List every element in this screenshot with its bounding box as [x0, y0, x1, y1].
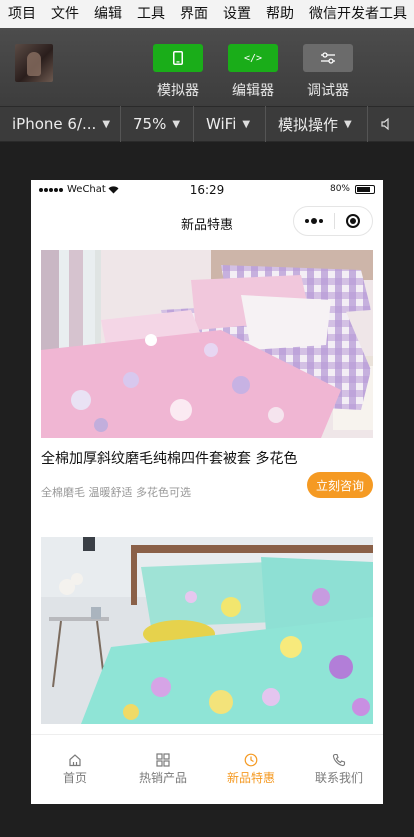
nav-bar: 新品特惠	[31, 200, 383, 244]
chevron-down-icon: ▼	[242, 118, 251, 130]
battery-indicator: 80%	[330, 184, 375, 194]
battery-percent: 80%	[329, 184, 350, 194]
product-title: 全棉加厚斜纹磨毛纯棉四件套被套 多花色	[41, 451, 298, 467]
tab-hot-products[interactable]: 热销产品	[119, 735, 207, 804]
tab-new-deals-label: 新品特惠	[226, 771, 275, 785]
simulator-button[interactable]: 模拟器	[153, 44, 203, 100]
network-select[interactable]: WiFi ▼	[194, 106, 266, 142]
zoom-select[interactable]: 75% ▼	[121, 106, 194, 142]
tab-hot-products-label: 热销产品	[138, 771, 187, 785]
menu-devtools[interactable]: 微信开发者工具	[309, 0, 407, 28]
menu-tools[interactable]: 工具	[137, 0, 165, 28]
zoom-select-value: 75%	[133, 115, 167, 133]
grid-icon	[156, 753, 170, 767]
status-bar: WeChat 16:29 80%	[31, 180, 383, 200]
phone-simulator: WeChat 16:29 80% 新品特惠 全棉加厚斜纹磨毛纯棉四件套被套 多花…	[31, 180, 383, 804]
menu-interface[interactable]: 界面	[180, 0, 208, 28]
user-avatar[interactable]	[15, 44, 53, 82]
device-select[interactable]: iPhone 6/... ▼	[0, 106, 121, 142]
debugger-label: 调试器	[307, 83, 349, 99]
simulator-label: 模拟器	[157, 83, 199, 99]
menu-bar: 项目 文件 编辑 工具 界面 设置 帮助 微信开发者工具	[0, 0, 414, 28]
tab-home[interactable]: 首页	[31, 735, 119, 804]
debug-icon	[303, 44, 353, 72]
menu-project[interactable]: 项目	[8, 0, 36, 28]
menu-settings[interactable]: 设置	[223, 0, 251, 28]
device-select-value: iPhone 6/...	[12, 115, 97, 133]
chevron-down-icon: ▼	[172, 118, 181, 130]
editor-label: 编辑器	[232, 83, 274, 99]
menu-file[interactable]: 文件	[51, 0, 79, 28]
more-options-icon[interactable]	[294, 207, 334, 235]
tab-contact[interactable]: 联系我们	[295, 735, 383, 804]
network-select-value: WiFi	[206, 115, 237, 133]
tab-contact-label: 联系我们	[314, 771, 363, 785]
product-image[interactable]	[41, 537, 373, 724]
speaker-icon	[381, 117, 389, 131]
home-icon	[69, 754, 81, 767]
tab-new-deals[interactable]: 新品特惠	[207, 735, 295, 804]
phone-device-icon	[153, 44, 203, 72]
debugger-button[interactable]: 调试器	[303, 44, 353, 100]
tab-home-label: 首页	[62, 771, 87, 785]
consult-button[interactable]: 立刻咨询	[307, 472, 373, 498]
capsule-menu	[293, 206, 373, 236]
chevron-down-icon: ▼	[344, 118, 352, 130]
phone-icon	[332, 753, 346, 767]
simulate-action-select[interactable]: 模拟操作 ▼	[266, 106, 368, 142]
close-miniprogram-icon[interactable]	[334, 207, 372, 235]
product-card[interactable]	[41, 537, 373, 727]
simulate-action-value: 模拟操作	[278, 115, 339, 134]
clock-icon	[244, 753, 258, 767]
volume-button[interactable]	[368, 106, 404, 142]
toolbar: 模拟器 </> 编辑器 调试器	[0, 28, 414, 106]
product-image[interactable]	[41, 250, 373, 438]
product-card[interactable]: 全棉加厚斜纹磨毛纯棉四件套被套 多花色 全棉磨毛 温暖舒适 多花色可选 立刻咨询	[41, 250, 373, 510]
menu-help[interactable]: 帮助	[266, 0, 294, 28]
chevron-down-icon: ▼	[102, 118, 111, 130]
device-bar: iPhone 6/... ▼ 75% ▼ WiFi ▼ 模拟操作 ▼	[0, 106, 414, 142]
menu-edit[interactable]: 编辑	[94, 0, 122, 28]
product-description: 全棉磨毛 温暖舒适 多花色可选	[41, 486, 191, 499]
editor-button[interactable]: </> 编辑器	[228, 44, 278, 100]
code-icon: </>	[228, 44, 278, 72]
tab-bar: 首页 热销产品 新品特惠 联系我们	[31, 734, 383, 804]
battery-icon	[355, 184, 375, 194]
